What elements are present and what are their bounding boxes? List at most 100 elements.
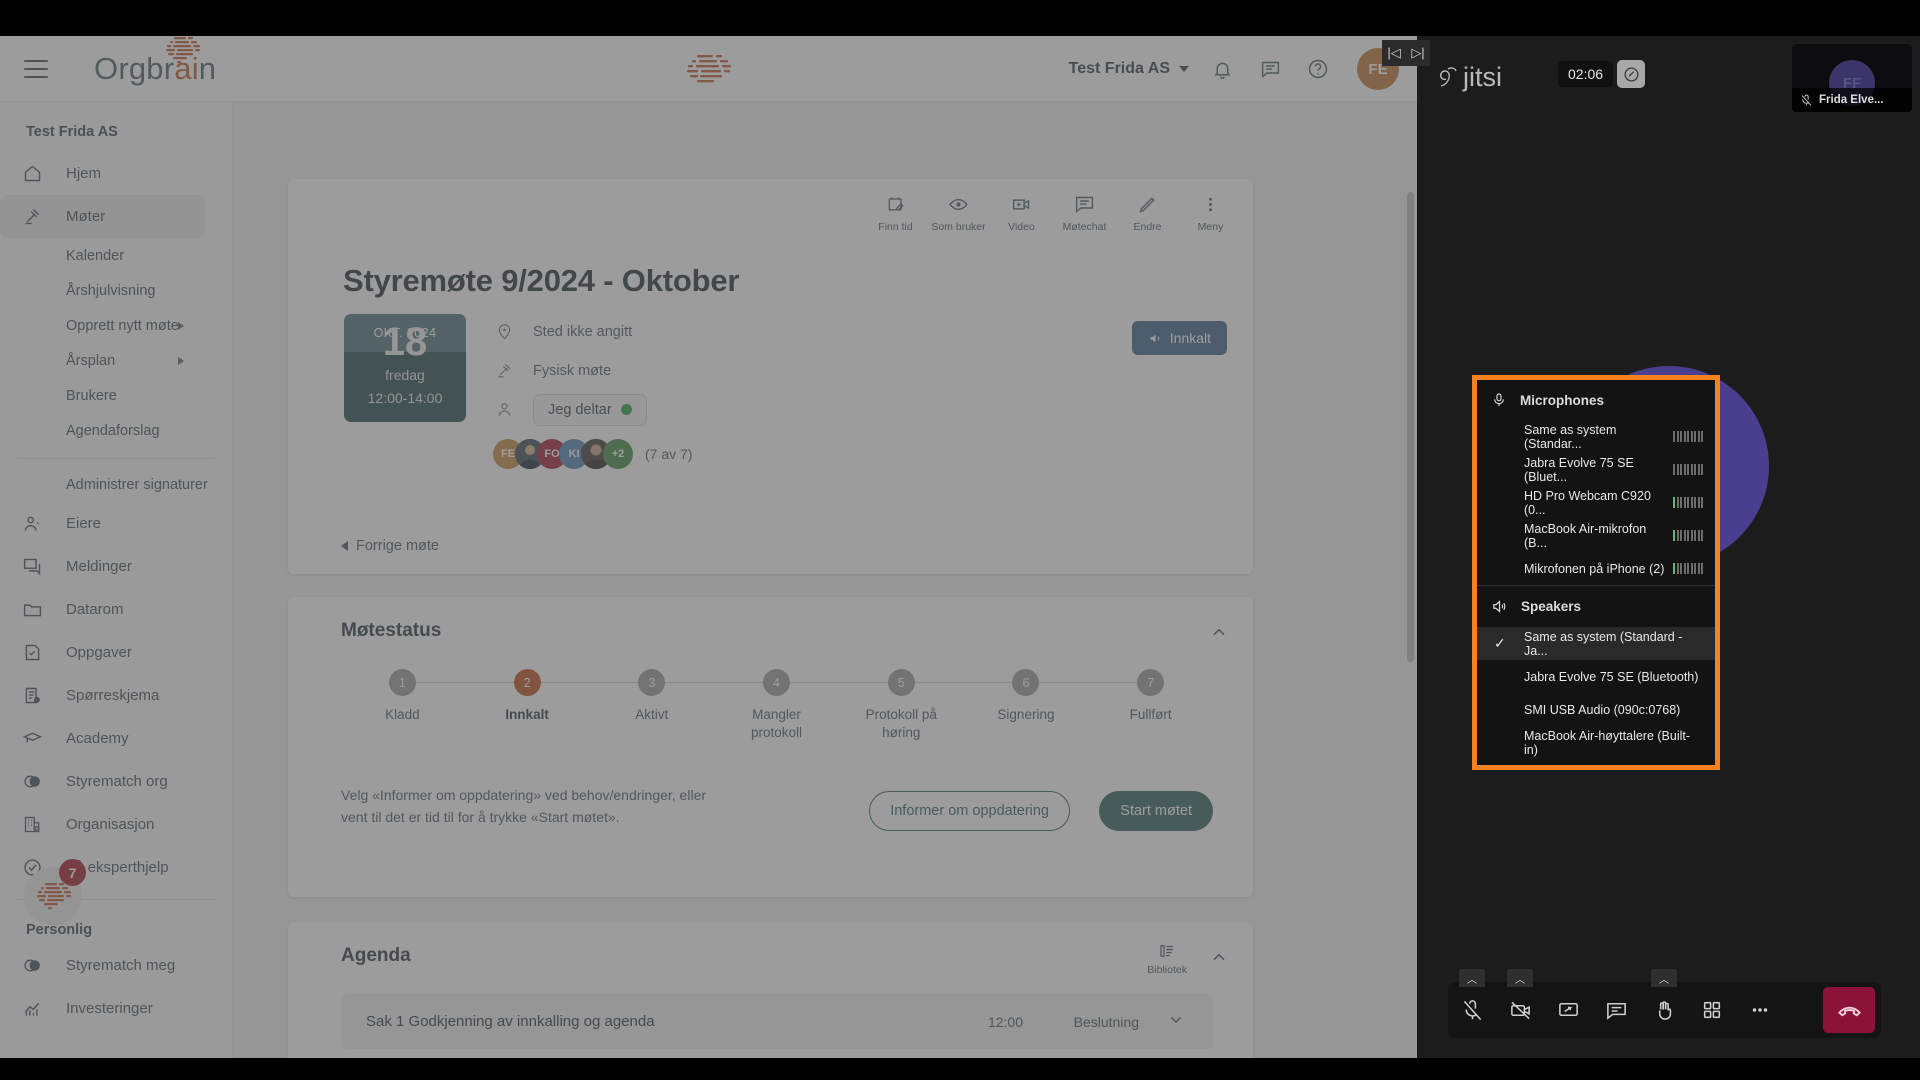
sidebar-item-styrematch-org[interactable]: Styrematch org — [0, 760, 232, 803]
step-4[interactable]: 4 Mangler protokoll — [714, 669, 902, 742]
chat-button[interactable] — [1592, 982, 1640, 1038]
start-motet-button[interactable]: Start møtet — [1099, 791, 1213, 831]
chevron-up-icon[interactable]: ︿ — [1459, 969, 1485, 987]
action-motechat[interactable]: Møtechat — [1056, 193, 1113, 233]
sidebar-item-oppgaver[interactable]: Oppgaver — [0, 631, 232, 674]
speaker-option[interactable]: SMI USB Audio (090c:0768) — [1477, 693, 1715, 726]
notification-brain-overlay[interactable]: 7 — [24, 859, 86, 925]
sidebar-item-styrematch-meg[interactable]: Styrematch meg — [0, 944, 232, 987]
microphone-option[interactable]: MacBook Air-mikrofon (B... — [1477, 519, 1715, 552]
jitsi-panel: jitsi 02:06 FF Frida Elve... Microphones… — [1417, 36, 1920, 1058]
sidebar-item-arshjulvisning[interactable]: Årshjulvisning — [0, 273, 232, 308]
sidebar-item-investeringer[interactable]: Investeringer — [0, 987, 232, 1030]
step-3[interactable]: 3 Aktivt — [589, 669, 777, 742]
sidebar-item-label: Investeringer — [66, 1000, 153, 1017]
bibliotek-button[interactable]: Bibliotek — [1147, 942, 1187, 976]
bell-icon[interactable] — [1207, 54, 1237, 84]
speakers-header-label: Speakers — [1521, 599, 1582, 614]
help-icon[interactable] — [1303, 54, 1333, 84]
scrollbar-thumb[interactable] — [1407, 192, 1414, 662]
calendar-edit-icon — [886, 193, 906, 215]
sidebar-item-hjem[interactable]: Hjem — [0, 152, 232, 195]
sidebar-item-organisasjon[interactable]: Organisasjon — [0, 803, 232, 846]
microphone-option[interactable]: Same as system (Standar... — [1477, 420, 1715, 453]
chat-icon — [1074, 193, 1095, 215]
chat-icon[interactable] — [1255, 54, 1285, 84]
microphone-option[interactable]: HD Pro Webcam C920 (0... — [1477, 486, 1715, 519]
step-2[interactable]: 2 Innkalt — [465, 669, 652, 742]
avatar-more[interactable]: +2 — [603, 439, 633, 469]
hangup-button[interactable] — [1823, 987, 1875, 1033]
more-options-button[interactable] — [1736, 982, 1784, 1038]
chevron-up-icon[interactable]: ︿ — [1507, 969, 1533, 987]
microphone-option[interactable]: Mikrofonen på iPhone (2) — [1477, 552, 1715, 585]
action-endre[interactable]: Endre — [1119, 193, 1176, 233]
speaker-option-selected[interactable]: ✓ Same as system (Standard - Ja... — [1477, 627, 1715, 660]
messages-icon — [22, 555, 52, 579]
speaker-option[interactable]: MacBook Air-høyttalere (Built-in) — [1477, 726, 1715, 759]
sidebar-item-moter[interactable]: Møter — [0, 195, 205, 238]
mic-off-button[interactable]: ︿ — [1448, 969, 1496, 1038]
sidebar-item-eiere[interactable]: Eiere — [0, 502, 232, 545]
chevron-left-icon — [341, 541, 348, 551]
orgbrain-logo[interactable]: Orgbrain — [94, 36, 216, 87]
date-day: 18 — [382, 320, 428, 364]
sidebar-item-label: Oppgaver — [66, 644, 132, 661]
header-brain-mark — [679, 52, 739, 86]
step-5[interactable]: 5 Protokoll på høring — [839, 669, 1026, 742]
audio-level-meter — [1673, 563, 1703, 574]
chevron-down-icon[interactable] — [1167, 1010, 1185, 1033]
action-finn-tid[interactable]: Finn tid — [867, 193, 924, 233]
collapse-left-button[interactable]: |◁ — [1382, 40, 1406, 66]
chevron-up-icon[interactable]: ︿ — [1651, 969, 1677, 987]
sidebar-item-label: Brukere — [66, 387, 117, 404]
action-video[interactable]: Video — [993, 193, 1050, 233]
task-icon — [22, 641, 52, 665]
step-6[interactable]: 6 Signering — [964, 669, 1151, 742]
action-meny[interactable]: Meny — [1182, 193, 1239, 233]
agenda-row[interactable]: Sak 1 Godkjenning av innkalling og agend… — [341, 994, 1213, 1049]
step-1[interactable]: 1 Kladd — [340, 669, 528, 742]
chevron-right-icon — [178, 356, 184, 365]
sidebar-item-meldinger[interactable]: Meldinger — [0, 545, 232, 588]
org-selector[interactable]: Test Frida AS — [1069, 60, 1189, 78]
speaker-option-label: MacBook Air-høyttalere (Built-in) — [1524, 728, 1691, 757]
sidebar-item-agendaforslag[interactable]: Agendaforslag — [0, 413, 232, 448]
collapse-icon[interactable] — [1209, 948, 1229, 973]
main-content: Finn tid Som bruker Video Møtechat Endre… — [233, 102, 1417, 1058]
raise-hand-button[interactable]: ︿ — [1640, 969, 1688, 1038]
agenda-card: Agenda Bibliotek Sak 1 Godkjenning av in… — [288, 922, 1253, 1058]
screen-share-button[interactable] — [1544, 982, 1592, 1038]
meeting-date-card: OKT. 2024 18 fredag 12:00-14:00 — [344, 314, 466, 422]
sidebar-item-sporreskjema[interactable]: Spørreskjema — [0, 674, 232, 717]
speaker-option[interactable]: Jabra Evolve 75 SE (Bluetooth) — [1477, 660, 1715, 693]
action-som-bruker[interactable]: Som bruker — [930, 193, 987, 233]
camera-off-button[interactable]: ︿ — [1496, 969, 1544, 1038]
date-time-range: 12:00-14:00 — [367, 390, 443, 406]
sidebar-item-arsplan[interactable]: Årsplan — [0, 343, 232, 378]
step-connector — [901, 682, 1026, 683]
sidebar-item-datarom[interactable]: Datarom — [0, 588, 232, 631]
status-badge-innkalt[interactable]: Innkalt — [1131, 321, 1227, 355]
microphone-option[interactable]: Jabra Evolve 75 SE (Bluet... — [1477, 453, 1715, 486]
status-stepper: 1 Kladd 2 Innkalt 3 Aktivt 4 Mangler pro… — [340, 669, 1213, 742]
collapse-icon[interactable] — [1209, 623, 1229, 648]
sidebar-item-opprett-nytt-mote[interactable]: Opprett nytt møte — [0, 308, 232, 343]
collapse-right-button[interactable]: ▷| — [1406, 40, 1430, 66]
attendance-pill[interactable]: Jeg deltar — [533, 393, 647, 426]
meta-type: Fysisk møte — [493, 356, 647, 385]
prev-meeting-link[interactable]: Forrige møte — [341, 538, 439, 554]
sidebar-item-kalender[interactable]: Kalender — [0, 238, 232, 273]
tile-view-button[interactable] — [1688, 982, 1736, 1038]
hamburger-icon[interactable] — [24, 59, 48, 78]
informer-om-oppdatering-button[interactable]: Informer om oppdatering — [869, 791, 1070, 831]
sidebar-item-label: Hjem — [66, 165, 102, 182]
check-icon: ✓ — [1494, 635, 1506, 651]
step-number: 1 — [388, 669, 416, 696]
step-7[interactable]: 7 Fullført — [1088, 669, 1213, 742]
sidebar-item-brukere[interactable]: Brukere — [0, 378, 232, 413]
step-number: 2 — [513, 669, 541, 696]
sidebar-item-administrer-signaturer[interactable]: Administrer signaturer — [0, 467, 232, 502]
sidebar-item-academy[interactable]: Academy — [0, 717, 232, 760]
step-label: Fullført — [1129, 707, 1172, 722]
